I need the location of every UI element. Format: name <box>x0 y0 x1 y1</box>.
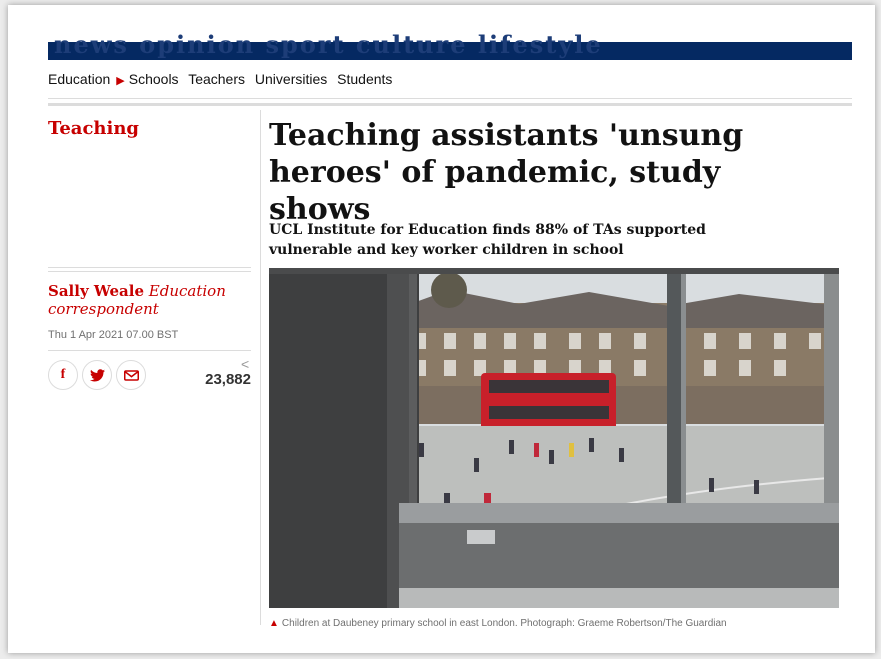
headline: Teaching assistants 'unsung heroes' of p… <box>269 118 744 227</box>
byline-rule <box>48 267 251 272</box>
email-share-button[interactable] <box>116 360 146 390</box>
facebook-icon: f <box>60 367 66 382</box>
masthead-text: news opinion sport culture lifestyle <box>54 30 603 59</box>
nav-item-teachers[interactable]: Teachers <box>188 71 245 87</box>
nav-item-universities[interactable]: Universities <box>255 71 327 87</box>
column-divider <box>260 110 261 625</box>
lead-photo[interactable] <box>269 268 839 608</box>
share-icon: < <box>241 356 250 372</box>
photo-caption: ▲ Children at Daubeney primary school in … <box>269 618 727 629</box>
email-icon <box>123 369 139 381</box>
byline: Sally Weale Education correspondent <box>48 282 253 318</box>
masthead-bar: news opinion sport culture lifestyle <box>48 30 852 60</box>
standfirst: UCL Institute for Education finds 88% of… <box>269 222 706 258</box>
nav-item-education[interactable]: Education <box>48 71 110 87</box>
article-page: news opinion sport culture lifestyle Edu… <box>8 5 875 653</box>
nav-item-schools[interactable]: Schools <box>129 71 179 87</box>
nav-divider-2 <box>48 104 852 106</box>
twitter-share-button[interactable] <box>82 360 112 390</box>
author-name[interactable]: Sally Weale <box>48 282 144 300</box>
twitter-icon <box>89 368 105 381</box>
publish-date: Thu 1 Apr 2021 07.00 BST <box>48 329 179 341</box>
section-nav: Education ▶ Schools Teachers Universities … <box>48 71 398 87</box>
share-count: 23,882 <box>205 371 251 388</box>
nav-item-students[interactable]: Students <box>337 71 392 87</box>
caption-text: Children at Daubeney primary school in e… <box>281 618 727 629</box>
date-rule <box>48 350 251 351</box>
section-label[interactable]: Teaching <box>48 118 139 139</box>
nav-arrow-icon: ▶ <box>116 75 125 87</box>
caption-triangle-icon: ▲ <box>269 618 279 629</box>
schoolyard-photo-illustration <box>269 268 839 608</box>
facebook-share-button[interactable]: f <box>48 360 78 390</box>
